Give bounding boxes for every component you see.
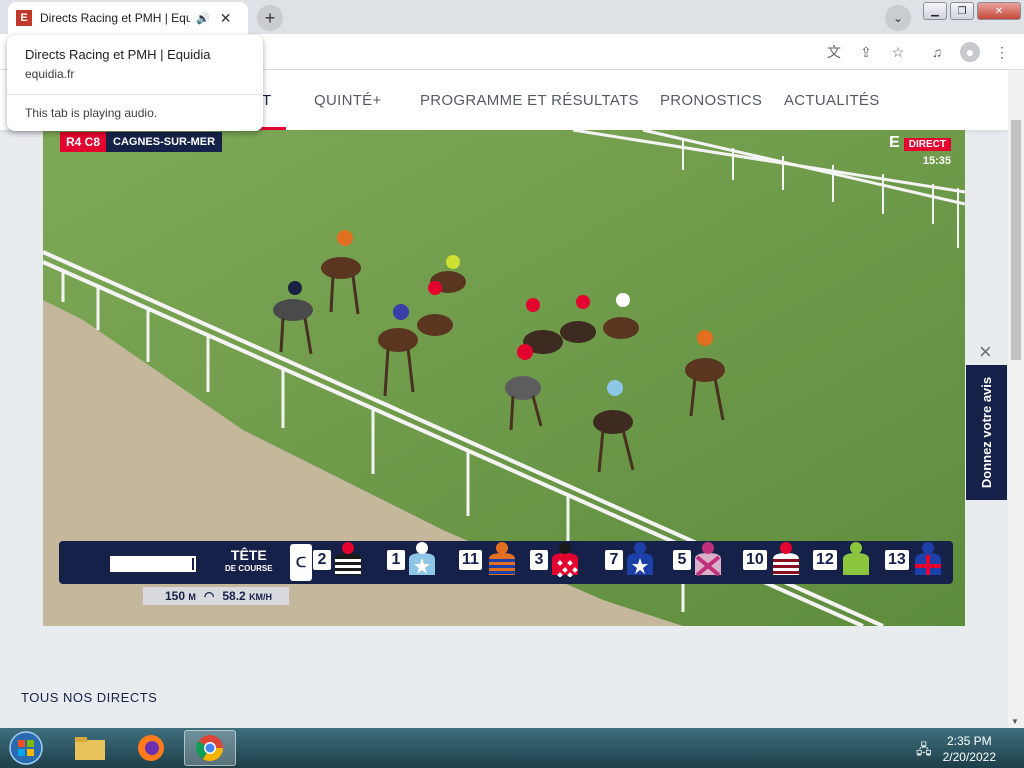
runner-number: 7 xyxy=(605,550,623,570)
chrome-icon[interactable] xyxy=(184,730,236,766)
tete-title: TÊTE xyxy=(230,547,267,563)
close-window-button[interactable]: ✕ xyxy=(977,2,1021,20)
media-control-icon[interactable]: ♫ xyxy=(927,42,947,62)
race-ticker: TÊTE DE COURSE ᑕ 2 1 11 3 7 5 10 12 13 xyxy=(59,541,953,584)
hover-card-divider xyxy=(7,94,263,95)
section-title: TOUS NOS DIRECTS xyxy=(21,690,158,705)
runner-number: 1 xyxy=(387,550,405,570)
jockey-silk-icon xyxy=(335,542,361,575)
speed-value: 58.2 xyxy=(222,589,246,603)
live-badge: DIRECT xyxy=(903,138,951,151)
race-venue: CAGNES-SUR-MER xyxy=(106,132,223,152)
distance-readout: 150 M xyxy=(165,589,196,603)
jockey-silk-icon xyxy=(627,542,653,575)
broadcast-clock: 15:35 xyxy=(922,155,951,167)
file-explorer-icon[interactable] xyxy=(64,730,116,766)
runner-number: 2 xyxy=(313,550,331,570)
menu-kebab-icon[interactable]: ⋮ xyxy=(992,42,1012,62)
windows-start-icon[interactable] xyxy=(4,729,48,767)
jockey-silk-icon xyxy=(489,542,515,575)
distance-unit: M xyxy=(188,592,196,602)
speed-unit: KM/H xyxy=(249,592,273,602)
tete-subtitle: DE COURSE xyxy=(225,564,273,573)
jockey-silk-icon xyxy=(773,542,799,575)
race-code: R4 C8 xyxy=(60,132,107,152)
runner-number: 5 xyxy=(673,550,691,570)
browser-tab-strip: E Directs Racing et PMH | Equidia 🔊 ✕ + … xyxy=(0,0,1024,34)
bookmark-star-icon[interactable]: ☆ xyxy=(888,42,908,62)
clock-time: 2:35 PM xyxy=(946,734,992,748)
tab-title: Directs Racing et PMH | Equidia xyxy=(40,11,190,25)
scroll-down-arrow-icon[interactable]: ▼ xyxy=(1011,717,1019,726)
clock-date: 2/20/2022 xyxy=(942,750,996,764)
share-icon[interactable]: ⇪ xyxy=(856,42,876,62)
new-tab-button[interactable]: + xyxy=(257,5,283,31)
live-video-player[interactable]: R4 C8 CAGNES-SUR-MER E DIRECT 15:35 TÊTE … xyxy=(43,130,965,626)
feedback-label: Donnez votre avis xyxy=(979,376,995,489)
distance-value: 150 xyxy=(165,589,186,603)
restore-button[interactable]: ❐ xyxy=(950,2,974,20)
nav-item-actualites[interactable]: ACTUALITÉS xyxy=(784,92,880,109)
jockey-silk-icon xyxy=(552,542,578,577)
runner-number: 13 xyxy=(885,550,909,570)
tete-de-course-label: TÊTE DE COURSE xyxy=(225,547,273,575)
browser-tab[interactable]: E Directs Racing et PMH | Equidia 🔊 ✕ xyxy=(8,2,248,34)
race-stats: 150 M ◠ 58.2 KM/H xyxy=(143,587,289,605)
runner-number: 10 xyxy=(743,550,767,570)
race-progress-bar xyxy=(110,556,196,572)
runner-number: 11 xyxy=(459,550,482,570)
channel-brand: E DIRECT 15:35 xyxy=(881,134,951,167)
feedback-tab[interactable]: Donnez votre avis xyxy=(966,365,1007,500)
nav-item-directs[interactable]: T xyxy=(262,92,271,109)
jockey-silk-icon xyxy=(695,542,721,577)
jockey-silk-icon xyxy=(843,542,869,575)
runner-number: 12 xyxy=(813,550,837,570)
speaker-icon[interactable]: 🔊 xyxy=(196,12,210,25)
hover-card-audio-notice: This tab is playing audio. xyxy=(25,106,158,120)
tab-hover-card: Directs Racing et PMH | Equidia equidia.… xyxy=(7,35,263,131)
hover-card-url: equidia.fr xyxy=(25,67,75,81)
equidia-favicon-icon: E xyxy=(16,10,32,26)
system-clock[interactable]: 2:35 PM 2/20/2022 xyxy=(943,733,996,765)
minimize-button[interactable]: ▁ xyxy=(923,2,947,20)
page-scrollbar[interactable]: ▼ xyxy=(1008,70,1024,728)
scrollbar-thumb[interactable] xyxy=(1011,120,1021,360)
close-tab-icon[interactable]: ✕ xyxy=(220,10,232,27)
jockey-silk-icon xyxy=(409,542,435,575)
nav-item-programme[interactable]: PROGRAMME ET RÉSULTATS xyxy=(420,92,639,109)
firefox-icon[interactable] xyxy=(125,730,177,766)
speed-icon: ◠ xyxy=(203,589,215,603)
equidia-logo-icon: E xyxy=(889,134,900,151)
tab-search-button[interactable]: ⌄ xyxy=(885,5,911,31)
translate-icon[interactable]: 文 xyxy=(824,42,844,62)
runner-number: 3 xyxy=(530,550,548,570)
feedback-close-icon[interactable]: × xyxy=(979,341,999,363)
windows-taskbar: 🖧 2:35 PM 2/20/2022 xyxy=(0,728,1024,768)
leader-horseshoe-icon: ᑕ xyxy=(290,544,312,581)
profile-avatar-icon[interactable]: ● xyxy=(960,42,980,62)
jockey-silk-icon xyxy=(915,542,941,575)
hover-card-title: Directs Racing et PMH | Equidia xyxy=(25,47,211,62)
race-tag: R4 C8 CAGNES-SUR-MER xyxy=(60,132,223,152)
network-icon[interactable]: 🖧 xyxy=(916,739,932,763)
nav-item-quinte[interactable]: QUINTÉ+ xyxy=(314,92,382,109)
race-progress-fill xyxy=(112,558,192,570)
nav-item-pronostics[interactable]: PRONOSTICS xyxy=(660,92,762,109)
speed-readout: 58.2 KM/H xyxy=(222,589,272,603)
